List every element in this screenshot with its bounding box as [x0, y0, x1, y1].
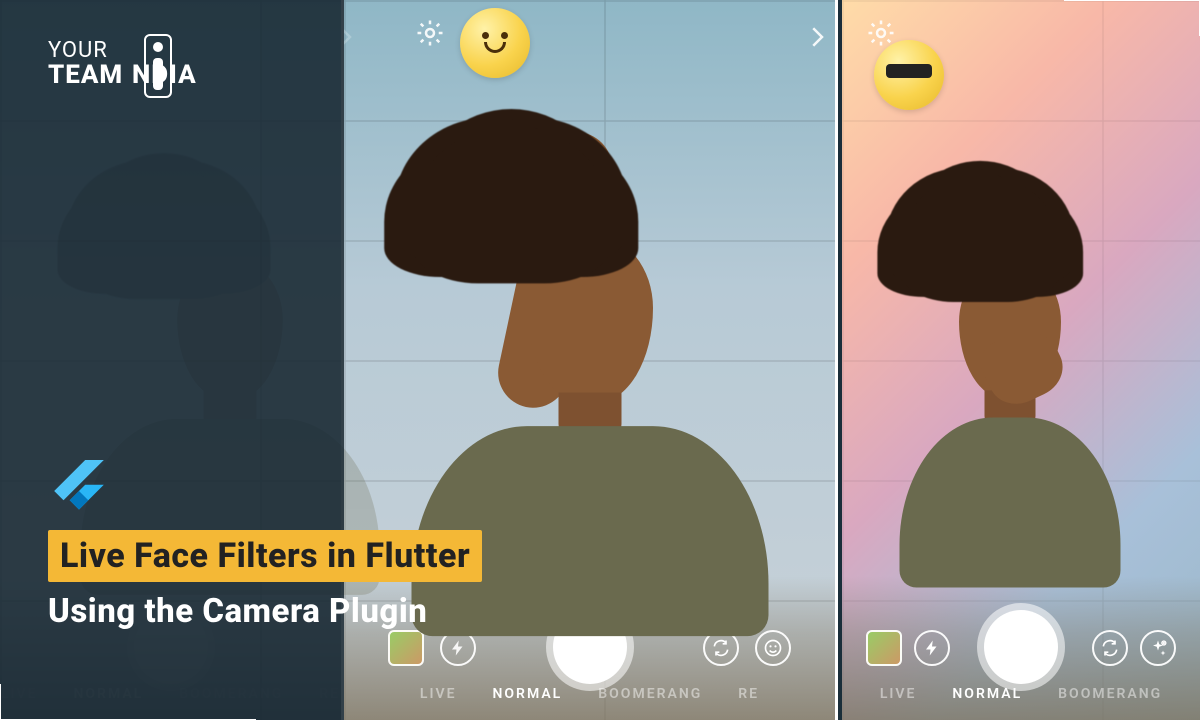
- mode-live[interactable]: LIVE: [420, 686, 457, 702]
- ar-emoji-blush-smile: [460, 8, 530, 78]
- logo-line-1: YOUR: [48, 40, 197, 62]
- your-team-in-india-logo: YOUR TEAM NDIA: [48, 40, 197, 88]
- capture-modes: LIVE NORMAL BOOMERANG RE: [344, 686, 835, 712]
- headline-block: Live Face Filters in Flutter Using the C…: [48, 530, 482, 631]
- mode-boomerang[interactable]: BOOMERANG: [1058, 686, 1162, 702]
- sparkle-effects-button[interactable]: [1140, 630, 1176, 666]
- mode-boomerang[interactable]: BOOMERANG: [598, 686, 702, 702]
- camera-controls-row: [842, 594, 1200, 686]
- mode-partial: RE: [738, 686, 759, 702]
- sparkle-icon: [1148, 638, 1168, 658]
- headline-line-1: Live Face Filters in Flutter: [48, 530, 482, 582]
- headline-line-2: Using the Camera Plugin: [48, 592, 482, 631]
- person-photo-right: [900, 174, 1121, 587]
- flash-toggle[interactable]: [914, 630, 950, 666]
- camera-bottom-bar: LIVE NORMAL BOOMERANG: [842, 576, 1200, 720]
- ar-emoji-sunglasses: [874, 40, 944, 110]
- flutter-logo-icon: [48, 460, 110, 522]
- switch-camera-icon: [711, 638, 731, 658]
- mode-normal[interactable]: NORMAL: [493, 686, 563, 702]
- logo-line-2: TEAM: [48, 62, 123, 88]
- switch-camera-button[interactable]: [1092, 630, 1128, 666]
- mode-live[interactable]: LIVE: [880, 686, 917, 702]
- banner-canvas: LIVE NORMAL BOOMERANG RE: [0, 0, 1200, 720]
- gallery-thumbnail[interactable]: [866, 630, 902, 666]
- bolt-icon: [923, 639, 941, 657]
- capture-modes: LIVE NORMAL BOOMERANG: [842, 686, 1200, 712]
- smiley-icon: [763, 638, 783, 658]
- mode-normal[interactable]: NORMAL: [952, 686, 1022, 702]
- frame-corner-top-right: [1064, 0, 1200, 36]
- bolt-icon: [449, 639, 467, 657]
- shutter-button[interactable]: [984, 610, 1058, 684]
- settings-gear-icon[interactable]: [415, 18, 445, 48]
- switch-camera-icon: [1100, 638, 1120, 658]
- logo-i-mark: [144, 34, 172, 98]
- frame-corner-bottom-left: [0, 684, 256, 720]
- chevron-right-icon[interactable]: [802, 22, 832, 52]
